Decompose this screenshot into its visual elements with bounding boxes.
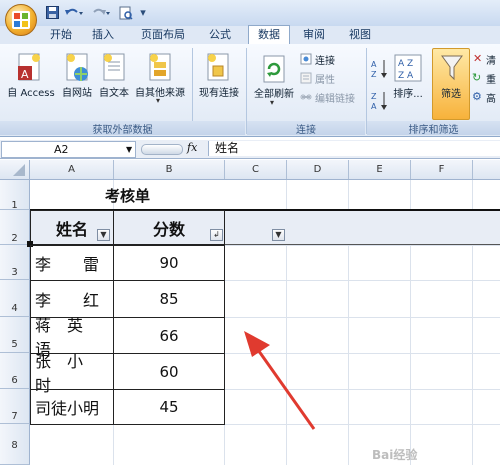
svg-text:A: A <box>371 102 377 111</box>
score-cell[interactable]: 45 <box>113 389 225 425</box>
tab-page-layout[interactable]: 页面布局 <box>130 26 196 44</box>
row-header-3[interactable]: 3 <box>0 245 30 280</box>
formula-controls: fx <box>137 141 207 156</box>
gridline <box>113 424 114 465</box>
column-header-d[interactable]: D <box>287 160 349 179</box>
other-sources-icon <box>145 52 175 84</box>
filter-label: 筛选 <box>441 89 461 100</box>
filter-dropdown-score[interactable]: ↲ <box>210 229 223 241</box>
group-label-get-external-data: 获取外部数据 <box>0 121 245 136</box>
row-header-6[interactable]: 6 <box>0 353 30 389</box>
name-box[interactable]: A2 ▼ <box>1 141 136 158</box>
other-sources-dropdown-icon[interactable]: ▾ <box>156 96 160 105</box>
svg-text:Z A: Z A <box>398 71 414 81</box>
existing-connections-button[interactable]: 现有连接 <box>195 84 243 99</box>
properties-button[interactable]: 属性 <box>315 71 335 86</box>
clear-filter-icon: ✕ <box>473 52 483 65</box>
undo-icon[interactable] <box>63 4 85 21</box>
name-cell[interactable]: 张 小 时 <box>30 352 114 395</box>
from-web-button[interactable]: 自网站 <box>58 84 96 99</box>
filter-dropdown-column-c[interactable]: ▼ <box>272 229 285 241</box>
row-header-1[interactable]: 1 <box>0 180 30 211</box>
filter-funnel-icon <box>441 55 463 81</box>
svg-text:Z: Z <box>371 70 377 79</box>
tab-view[interactable]: 视图 <box>340 26 380 44</box>
header-score-label: 分数 <box>152 219 185 239</box>
gridline <box>224 317 500 318</box>
svg-text:A: A <box>21 68 29 81</box>
connections-icon <box>300 53 312 65</box>
svg-text:A Z: A Z <box>398 59 413 69</box>
score-cell[interactable]: 85 <box>113 280 225 318</box>
reapply-filter-button[interactable]: 重 <box>486 71 496 86</box>
from-text-button[interactable]: 自文本 <box>94 84 134 99</box>
existing-connections-icon <box>203 52 233 84</box>
advanced-filter-icon: ⚙ <box>472 90 482 103</box>
annotation-arrow <box>244 331 316 430</box>
row-header-5[interactable]: 5 <box>0 317 30 353</box>
reapply-filter-icon: ↻ <box>472 71 482 84</box>
save-icon[interactable] <box>44 4 60 21</box>
svg-text:Z: Z <box>371 92 377 101</box>
customize-quick-access-icon[interactable]: ▾ <box>138 4 148 21</box>
tab-insert[interactable]: 插入 <box>84 26 122 44</box>
column-header-a[interactable]: A <box>30 160 114 179</box>
filter-dropdown-name[interactable]: ▼ <box>97 229 110 241</box>
name-box-value: A2 <box>54 143 69 156</box>
office-button[interactable] <box>5 4 37 36</box>
name-cell[interactable]: 李 雷 <box>30 245 114 281</box>
row-header-7[interactable]: 7 <box>0 389 30 424</box>
tab-review[interactable]: 审阅 <box>294 26 334 44</box>
refresh-all-icon <box>260 54 288 84</box>
tab-data[interactable]: 数据 <box>248 25 290 45</box>
web-icon <box>62 52 92 84</box>
access-icon: A <box>12 52 46 84</box>
column-header-c[interactable]: C <box>225 160 287 179</box>
sort-descending-icon[interactable]: ZA <box>371 90 389 112</box>
svg-text:A: A <box>371 60 377 69</box>
advanced-filter-button[interactable]: 高 <box>486 90 496 105</box>
properties-icon <box>300 72 312 84</box>
sheet-title[interactable]: 考核单 <box>30 180 225 210</box>
connections-button[interactable]: 连接 <box>315 52 335 67</box>
insert-function-icon[interactable]: fx <box>187 141 197 154</box>
column-header-f[interactable]: F <box>411 160 473 179</box>
gridline <box>224 424 225 465</box>
select-all-corner[interactable] <box>0 160 30 179</box>
sort-ascending-icon[interactable]: AZ <box>371 58 389 80</box>
header-name-label: 姓名 <box>55 219 88 239</box>
gridline <box>224 245 500 246</box>
edit-links-icon <box>300 91 312 103</box>
row-header-8[interactable]: 8 <box>0 424 30 465</box>
sort-dialog-icon: A Z Z A <box>394 54 422 84</box>
header-score-cell[interactable]: 分数 <box>113 210 225 245</box>
formula-input[interactable]: 姓名 <box>208 141 500 156</box>
formula-bar-splitter[interactable] <box>141 144 183 155</box>
redo-icon[interactable] <box>90 4 112 21</box>
tab-home[interactable]: 开始 <box>42 26 80 44</box>
group-label-sort-filter: 排序和筛选 <box>367 121 500 136</box>
gridline <box>224 280 500 281</box>
score-cell[interactable]: 66 <box>113 317 225 354</box>
filter-button[interactable]: 筛选 <box>432 48 470 120</box>
print-preview-icon[interactable] <box>117 4 135 21</box>
refresh-dropdown-icon[interactable]: ▾ <box>270 98 274 107</box>
score-cell[interactable]: 90 <box>113 245 225 281</box>
clear-filter-button[interactable]: 清 <box>486 52 496 67</box>
edit-links-button[interactable]: 编辑链接 <box>315 90 355 105</box>
watermark-text: Bai经验 <box>372 448 418 462</box>
office-logo-icon <box>12 11 30 29</box>
score-cell[interactable]: 60 <box>113 353 225 390</box>
group-label-connections: 连接 <box>247 121 365 136</box>
column-header-b[interactable]: B <box>114 160 225 179</box>
row-header-2[interactable]: 2 <box>0 210 30 245</box>
text-file-icon <box>100 52 128 84</box>
from-access-button[interactable]: 自 Access <box>2 84 60 99</box>
column-header-e[interactable]: E <box>349 160 411 179</box>
name-box-dropdown-icon[interactable]: ▼ <box>126 142 132 157</box>
sort-button[interactable]: 排序... <box>390 85 426 100</box>
name-cell[interactable]: 司徒小明 <box>30 389 114 425</box>
tab-formulas[interactable]: 公式 <box>200 26 240 44</box>
row-header-4[interactable]: 4 <box>0 280 30 317</box>
